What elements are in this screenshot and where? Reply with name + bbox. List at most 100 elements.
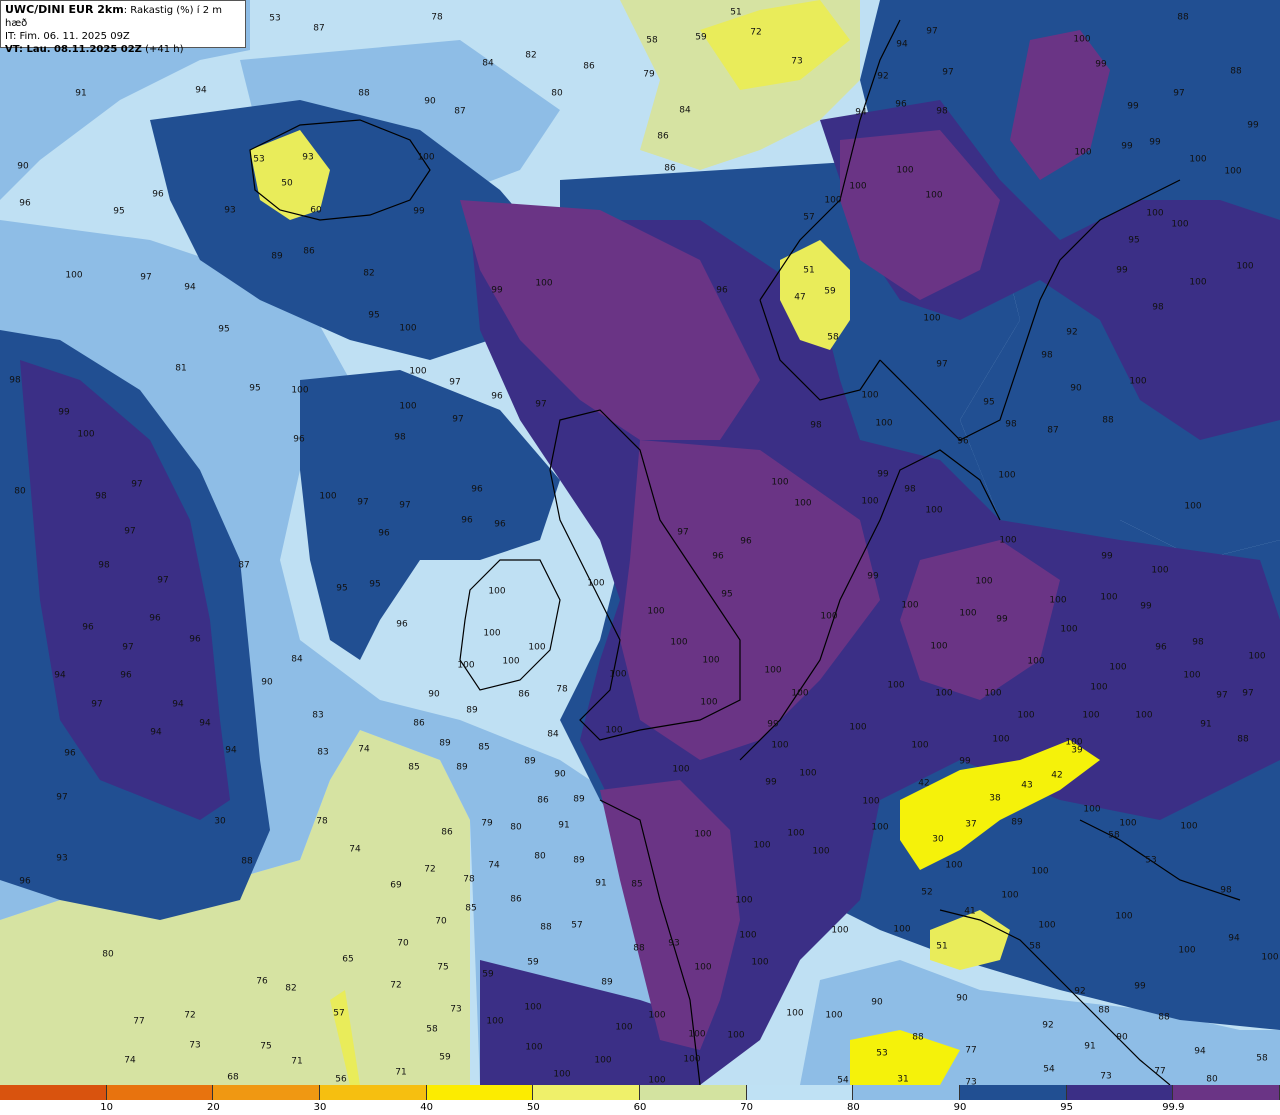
value-label: 91 (1200, 719, 1212, 730)
value-label: 100 (984, 688, 1002, 699)
value-label: 100 (753, 840, 771, 851)
value-label: 86 (583, 61, 595, 72)
value-label: 96 (189, 634, 201, 645)
value-label: 100 (483, 628, 501, 639)
value-label: 100 (77, 429, 95, 440)
value-label: 100 (896, 165, 914, 176)
value-label: 100 (525, 1042, 543, 1053)
value-label: 97 (56, 792, 68, 803)
value-label: 53 (269, 13, 281, 24)
value-label: 96 (120, 670, 132, 681)
value-label: 88 (358, 88, 370, 99)
value-label: 59 (824, 286, 836, 297)
value-label: 89 (466, 705, 478, 716)
value-label: 100 (786, 1008, 804, 1019)
value-label: 97 (131, 479, 143, 490)
value-label: 94 (896, 39, 908, 50)
value-label: 95 (1128, 235, 1140, 246)
value-label: 100 (799, 768, 817, 779)
value-label: 100 (65, 270, 83, 281)
value-label: 100 (399, 323, 417, 334)
legend-swatch (213, 1085, 320, 1100)
value-label: 80 (1206, 1074, 1218, 1085)
value-label: 100 (911, 740, 929, 751)
value-label: 100 (1135, 710, 1153, 721)
value-label: 37 (965, 819, 977, 830)
legend-tick-label: 60 (633, 1102, 647, 1113)
value-label: 43 (1021, 780, 1033, 791)
value-label: 84 (679, 105, 691, 116)
value-label: 98 (1041, 350, 1053, 361)
value-label: 100 (702, 655, 720, 666)
value-label: 100 (605, 725, 623, 736)
value-label: 88 (1098, 1005, 1110, 1016)
value-label: 100 (1180, 821, 1198, 832)
value-label: 97 (157, 575, 169, 586)
value-label: 86 (518, 689, 530, 700)
value-label: 80 (510, 822, 522, 833)
legend-tick-label: 95 (1060, 1102, 1074, 1113)
value-label: 100 (925, 505, 943, 516)
value-label: 97 (399, 500, 411, 511)
value-label: 100 (1083, 804, 1101, 815)
value-label: 79 (481, 818, 493, 829)
value-label: 90 (428, 689, 440, 700)
value-label: 100 (791, 688, 809, 699)
value-label: 96 (152, 189, 164, 200)
value-label: 96 (895, 99, 907, 110)
value-label: 96 (491, 391, 503, 402)
legend-swatch (0, 1085, 107, 1100)
value-label: 82 (363, 268, 375, 279)
value-label: 89 (1011, 817, 1023, 828)
value-label: 100 (1049, 595, 1067, 606)
value-label: 94 (855, 107, 867, 118)
value-label: 91 (595, 878, 607, 889)
value-label: 91 (75, 88, 87, 99)
value-label: 100 (670, 637, 688, 648)
value-label: 99 (867, 571, 879, 582)
legend-swatch (960, 1085, 1067, 1100)
value-label: 96 (471, 484, 483, 495)
value-label: 88 (1102, 415, 1114, 426)
value-label: 87 (238, 560, 250, 571)
value-label: 100 (1183, 670, 1201, 681)
value-label: 88 (540, 922, 552, 933)
legend-tick-label: 20 (206, 1102, 220, 1113)
value-label: 99 (1127, 101, 1139, 112)
legend-tick-label: 70 (740, 1102, 754, 1113)
value-label: 100 (861, 390, 879, 401)
valid-time: VT: Lau. 08.11.2025 02Z (5, 44, 142, 55)
value-label: 90 (871, 997, 883, 1008)
legend-tick-label: 80 (846, 1102, 860, 1113)
value-label: 52 (921, 887, 933, 898)
value-label: 100 (923, 313, 941, 324)
value-label: 78 (316, 816, 328, 827)
value-label: 100 (825, 1010, 843, 1021)
value-label: 86 (303, 246, 315, 257)
value-label: 71 (395, 1067, 407, 1078)
value-label: 94 (1194, 1046, 1206, 1057)
value-label: 96 (378, 528, 390, 539)
value-label: 100 (587, 578, 605, 589)
value-label: 100 (871, 822, 889, 833)
value-label: 97 (926, 26, 938, 37)
value-label: 100 (1189, 154, 1207, 165)
value-label: 87 (313, 23, 325, 34)
value-label: 99 (877, 469, 889, 480)
value-label: 65 (342, 954, 354, 965)
value-label: 100 (935, 688, 953, 699)
value-label: 100 (1224, 166, 1242, 177)
value-label: 58 (827, 332, 839, 343)
value-label: 89 (573, 855, 585, 866)
value-label: 73 (450, 1004, 462, 1015)
value-label: 100 (409, 366, 427, 377)
value-label: 84 (547, 729, 559, 740)
value-label: 80 (551, 88, 563, 99)
value-label: 96 (149, 613, 161, 624)
value-label: 96 (19, 876, 31, 887)
value-label: 72 (424, 864, 436, 875)
value-label: 73 (1100, 1071, 1112, 1082)
value-label: 92 (877, 71, 889, 82)
value-label: 100 (1082, 710, 1100, 721)
value-label: 74 (488, 860, 500, 871)
